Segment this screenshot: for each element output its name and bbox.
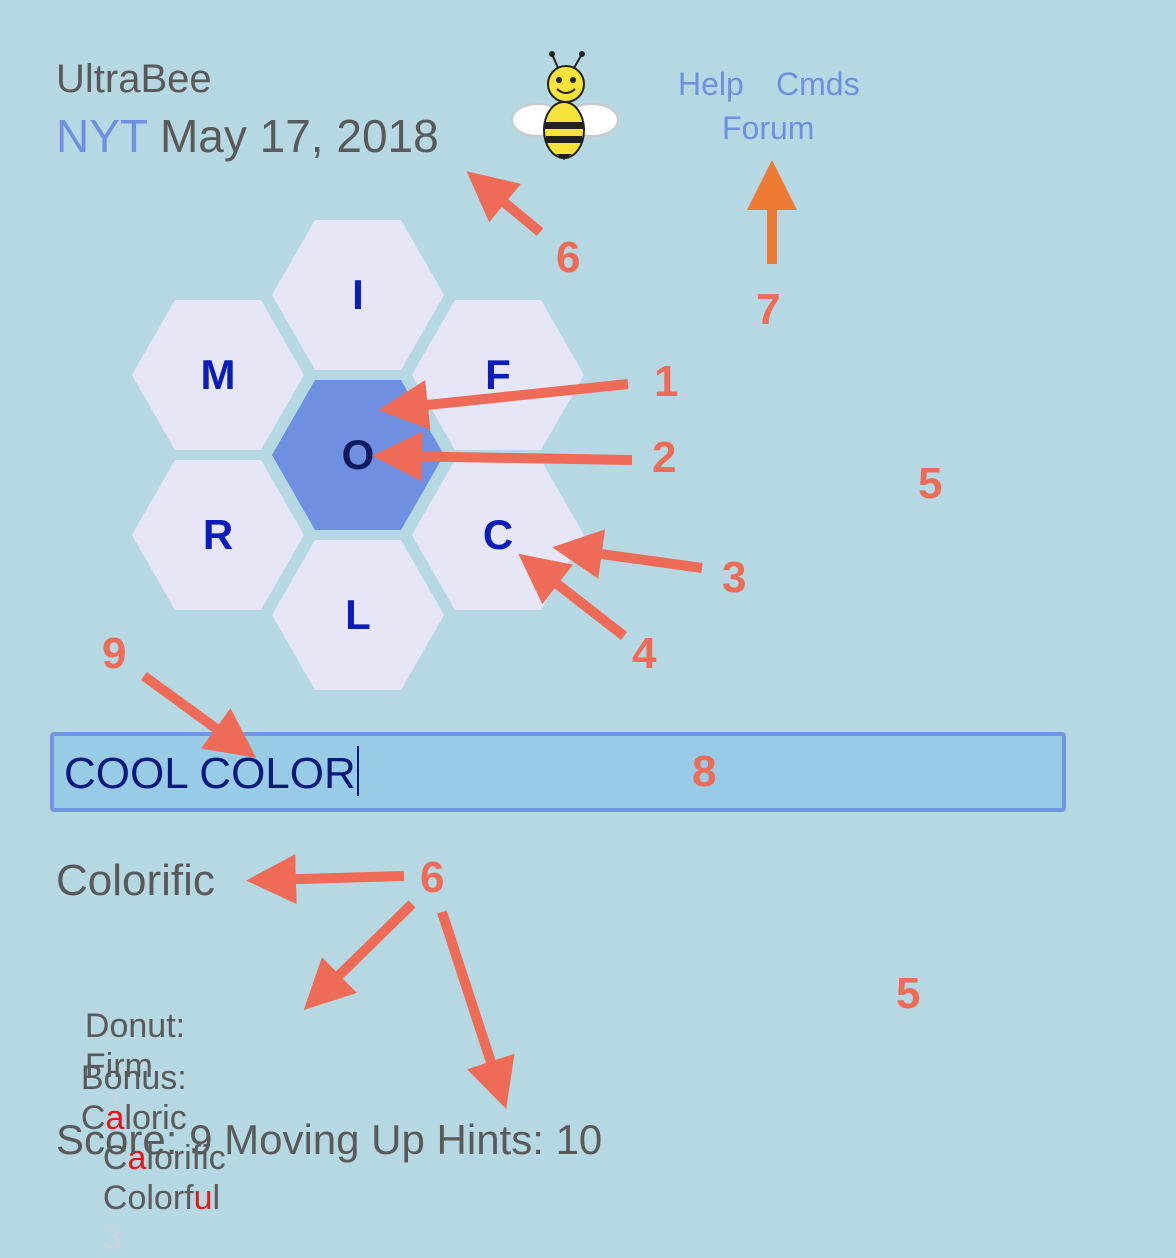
arrow-6-score [437, 910, 515, 1110]
arrow-4-c-letter [518, 553, 628, 640]
annotation-number: 9 [102, 629, 127, 678]
annotation-number: 3 [722, 553, 747, 602]
annotation-number: 6 [556, 233, 581, 282]
bonus-count: 3 [102, 1219, 122, 1257]
annotation-number: 6 [420, 853, 445, 902]
annotation-number: 5 [896, 969, 921, 1018]
annotation-number: 1 [654, 357, 679, 406]
arrow-6-date [466, 171, 544, 236]
annotation-number: 2 [652, 433, 677, 482]
annotation-arrows [141, 160, 797, 1110]
arrow-6-donut [303, 900, 416, 1010]
annotation-number: 4 [632, 629, 657, 678]
annotation-number: 8 [692, 747, 717, 796]
annotation-number: 7 [756, 285, 781, 334]
arrow-1-center [378, 379, 629, 430]
arrow-6-word [246, 854, 405, 905]
arrow-9-entry [141, 671, 257, 758]
arrow-3-c-cell [552, 529, 703, 579]
arrow-2-center-letter [372, 431, 633, 482]
annotation-number: 5 [918, 459, 943, 508]
